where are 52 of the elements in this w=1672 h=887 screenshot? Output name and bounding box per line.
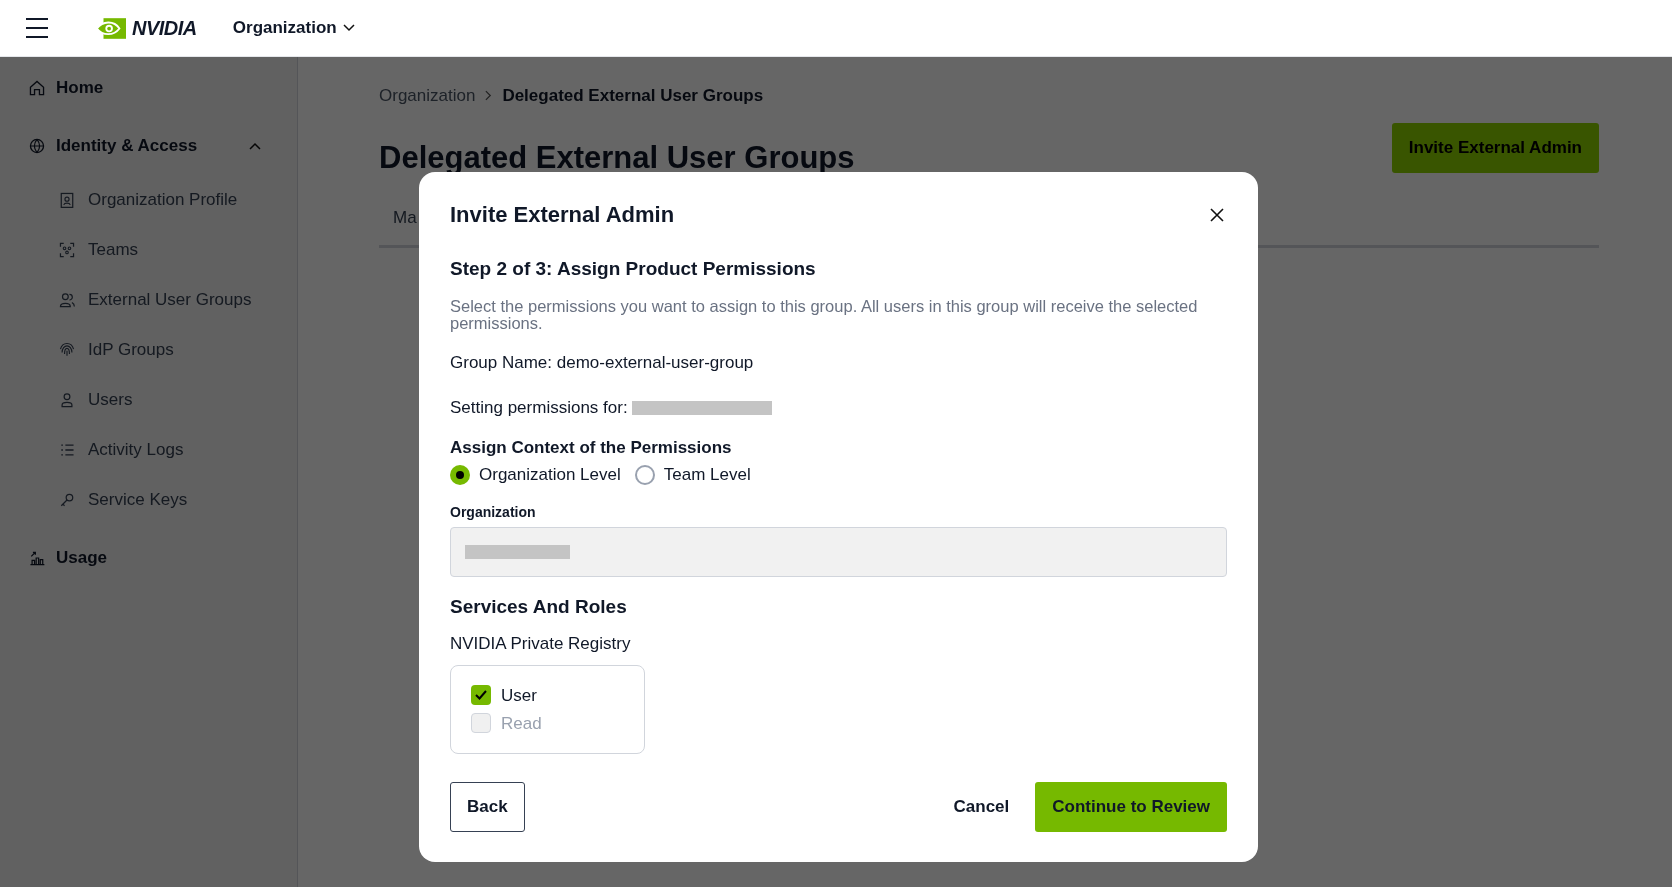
users-icon (58, 291, 76, 309)
continue-button[interactable]: Continue to Review (1035, 781, 1227, 832)
sidebar-subitem[interactable]: Teams (58, 233, 269, 267)
description: Select the permissions you want to assign to this group. All users in this group will receive the selected permissions. (450, 297, 1199, 332)
sidebar-subitem[interactable]: External User Groups (58, 283, 269, 317)
cancel-button[interactable]: Cancel (941, 781, 1022, 832)
globe-icon (28, 137, 46, 155)
sidebar-subitem[interactable]: Activity Logs (58, 433, 269, 467)
role-checkbox-row[interactable]: User (471, 684, 624, 706)
user-icon (58, 391, 76, 409)
organization-field[interactable] (450, 526, 1227, 577)
brand-logo: NVIDIA (132, 16, 197, 41)
back-button[interactable]: Back (450, 781, 525, 832)
chevron-right-icon (485, 90, 493, 102)
close-icon (1210, 207, 1224, 222)
fingerprint-icon (58, 341, 76, 359)
key-icon (58, 491, 76, 509)
sidebar-item[interactable]: Identity & Access (28, 129, 269, 163)
radio-option[interactable]: Team Level (634, 462, 751, 488)
sidebar-subitem[interactable]: Organization Profile (58, 183, 269, 217)
menu-button[interactable] (26, 18, 48, 38)
field-label: Organization (450, 502, 537, 522)
chevron-up-icon[interactable] (249, 142, 261, 150)
page-title: Delegated External User Groups (379, 138, 855, 177)
dialog-title: Invite External Admin (450, 201, 675, 229)
home-icon (28, 79, 46, 97)
invite-button[interactable]: Invite External Admin (1391, 122, 1599, 173)
radio-button[interactable] (634, 464, 655, 485)
group-name: Group Name: demo-external-user-group (450, 351, 755, 374)
radio-button[interactable] (450, 464, 470, 485)
step-heading: Step 2 of 3: Assign Product Permissions (450, 257, 817, 281)
breadcrumb-item[interactable]: Organization (379, 83, 476, 109)
section-title: Services And Roles (450, 594, 628, 619)
radio-option[interactable]: Organization Level (450, 462, 621, 488)
context-dropdown[interactable]: Organization (232, 15, 355, 41)
sidebar-subitem[interactable]: Service Keys (58, 483, 269, 517)
eye-logo-icon (96, 17, 126, 39)
chart-icon (28, 549, 46, 567)
sidebar-subitem[interactable]: Users (58, 383, 269, 417)
list-icon (58, 441, 76, 459)
sidebar-subitem[interactable]: IdP Groups (58, 333, 269, 367)
team-icon (58, 241, 76, 259)
service-name: NVIDIA Private Registry (450, 633, 632, 655)
sidebar-item[interactable]: Usage (28, 541, 269, 575)
chevron-down-icon (342, 24, 355, 32)
badge-icon (58, 191, 76, 209)
breadcrumb-item: Delegated External User Groups (502, 85, 764, 107)
checkbox[interactable] (471, 685, 491, 705)
check-icon (475, 690, 487, 700)
sidebar-item[interactable]: Home (28, 71, 269, 105)
setting-label: Setting permissions for: (450, 397, 628, 419)
context-label: Assign Context of the Permissions (450, 436, 733, 459)
